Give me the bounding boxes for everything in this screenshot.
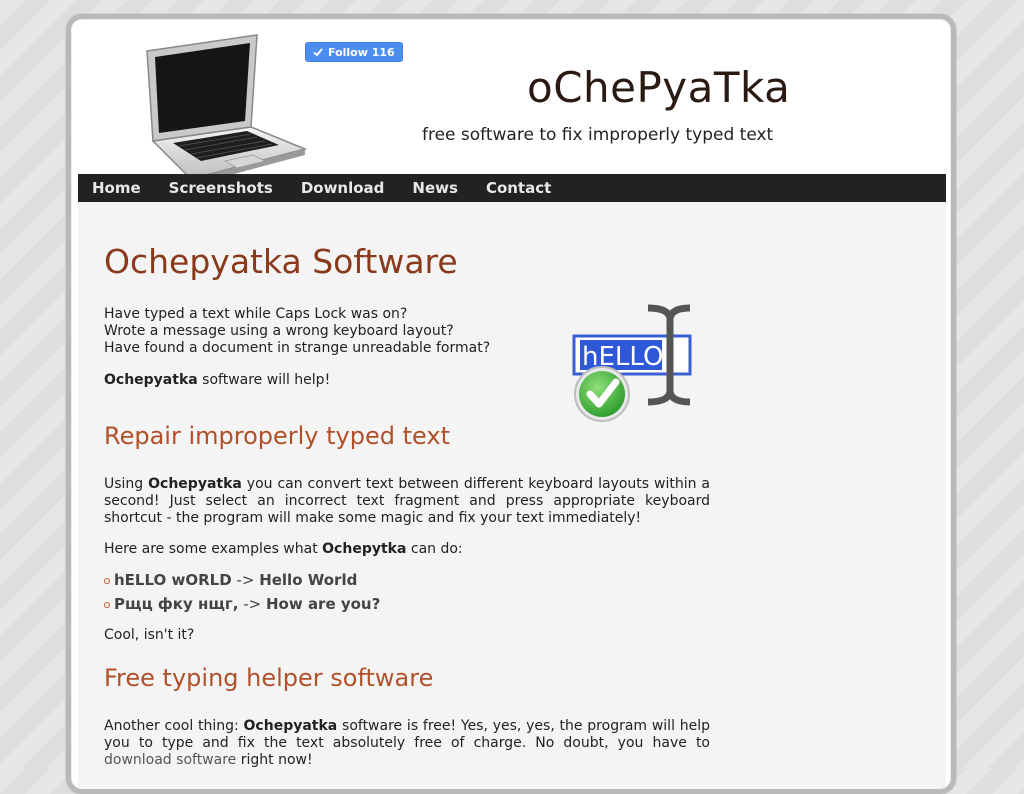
site-header: Follow 116 oChePyaTka free software to f… [79,27,945,183]
follow-label: Follow 116 [328,45,395,59]
page-title: Ochepyatka Software [104,242,458,281]
help-rest: software will help! [197,372,331,388]
free-text-bold: Ochepyatka [243,718,338,734]
nav-item-download[interactable]: Download [287,174,399,202]
repair-text-pre: Using [104,476,149,492]
text-cursor-check-icon: hELLO [572,304,692,422]
nav-item-contact[interactable]: Contact [472,174,565,202]
free-text-pre: Another cool thing: [104,718,244,734]
repair-paragraph: Using Ochepyatka you can convert text be… [104,476,710,527]
example-from: hELLO wORLD [114,571,232,589]
free-paragraph: Another cool thing: Ochepyatka software … [104,718,710,769]
follow-button[interactable]: Follow 116 [305,42,403,62]
examples-list: hELLO wORLD -> Hello World Рщц фку нщг, … [104,568,380,616]
bullet-icon [104,602,110,608]
example-from: Рщц фку нщг, [114,595,239,613]
site-tagline: free software to fix improperly typed te… [422,125,774,145]
example-to: How are you? [266,595,381,613]
examples-intro: Here are some examples what Ochepytka ca… [104,541,710,558]
example-arrow: -> [231,571,260,589]
main-nav: Home Screenshots Download News Contact [78,174,946,202]
examples-intro-bold: Ochepytka [322,541,407,557]
section-heading-repair: Repair improperly typed text [104,422,450,450]
intro-line-3: Have found a document in strange unreada… [104,340,491,356]
free-text-end: right now! [236,752,313,768]
nav-item-screenshots[interactable]: Screenshots [155,174,287,202]
main-content: Ochepyatka Software Have typed a text wh… [78,202,946,789]
section-heading-free: Free typing helper software [104,664,434,692]
bullet-icon [104,578,110,584]
examples-intro-pre: Here are some examples what [104,541,323,557]
intro-line-2: Wrote a message using a wrong keyboard l… [104,323,454,339]
page-frame: Follow 116 oChePyaTka free software to f… [66,14,956,794]
example-arrow: -> [238,595,266,613]
intro-line-1: Have typed a text while Caps Lock was on… [104,306,408,322]
list-item: Рщц фку нщг, -> How are you? [104,592,380,616]
checkmark-icon [313,48,323,57]
cool-text: Cool, isn't it? [104,627,195,643]
help-bold: Ochepyatka [104,372,198,388]
repair-text-bold: Ochepyatka [148,476,242,492]
example-to: Hello World [259,571,358,589]
laptop-icon [146,34,308,183]
examples-intro-rest: can do: [406,541,463,557]
list-item: hELLO wORLD -> Hello World [104,568,380,592]
nav-item-home[interactable]: Home [78,174,155,202]
download-software-link[interactable]: download software [104,752,236,768]
site-title: oChePyaTka [527,63,791,112]
nav-item-news[interactable]: News [398,174,472,202]
